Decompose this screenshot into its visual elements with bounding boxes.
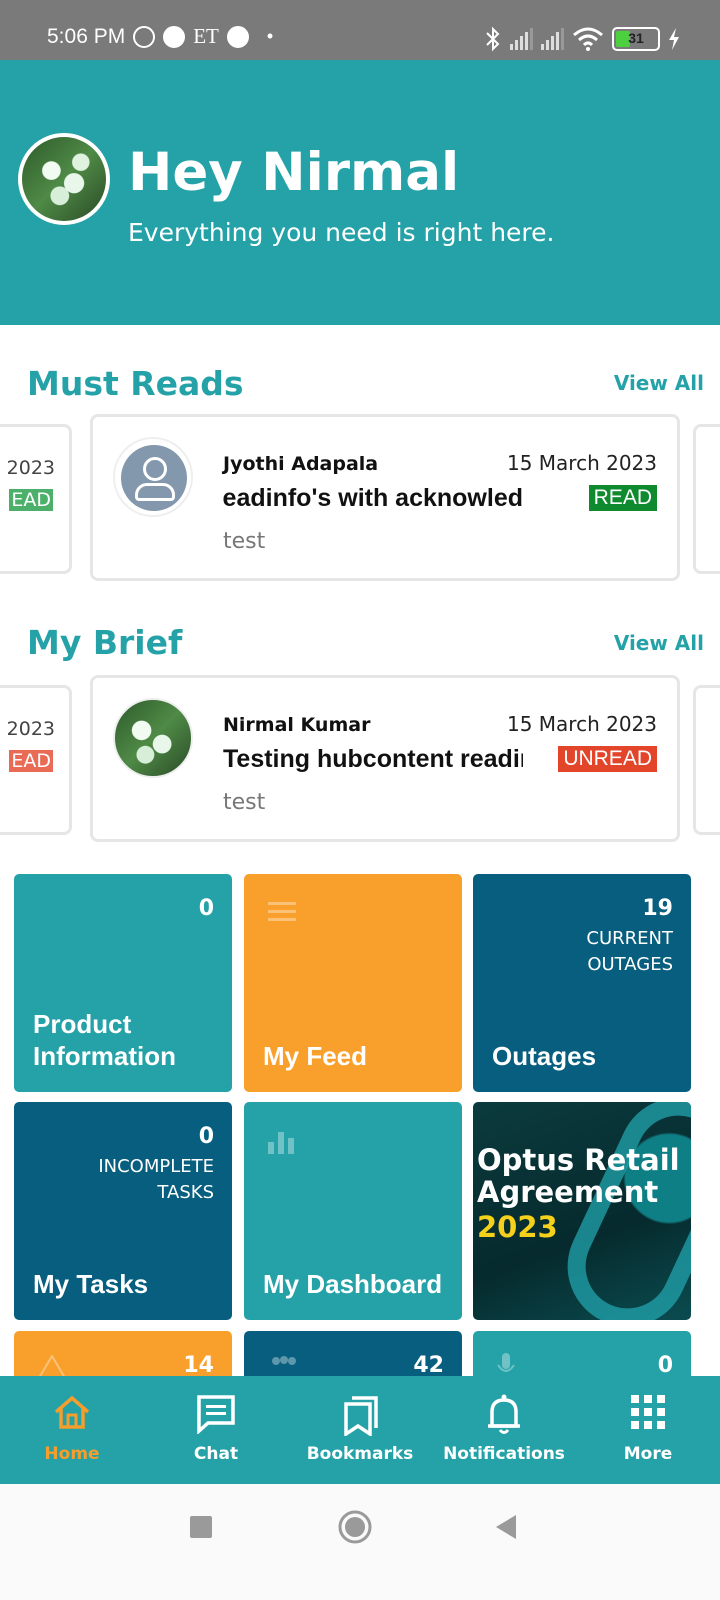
group-icon bbox=[272, 1356, 296, 1365]
card-author: Nirmal Kumar bbox=[223, 714, 371, 736]
tile-count: 42 bbox=[413, 1353, 444, 1378]
back-icon[interactable] bbox=[494, 1514, 518, 1540]
chat-icon bbox=[197, 1395, 235, 1434]
optus-retail-agreement-tile[interactable]: Optus Retail Agreement 2023 bbox=[473, 1102, 691, 1320]
tile-label: My Dashboard bbox=[263, 1269, 443, 1299]
tile-label: My Feed bbox=[263, 1041, 368, 1071]
charging-icon bbox=[669, 28, 679, 50]
author-avatar bbox=[113, 698, 193, 778]
ribbon-graphic bbox=[547, 1102, 691, 1320]
must-reads-card[interactable]: Jyothi Adapala 15 March 2023 readinfo's … bbox=[90, 414, 680, 581]
bar-chart-icon bbox=[268, 1132, 294, 1154]
tile-label: My Tasks bbox=[33, 1269, 149, 1299]
card-title: readinfo's with acknowled bbox=[223, 484, 523, 512]
greeting-title: Hey Nirmal bbox=[128, 142, 460, 203]
tile-sublabel: INCOMPLETE TASKS bbox=[98, 1156, 214, 1203]
nav-bookmarks[interactable]: Bookmarks bbox=[288, 1376, 432, 1484]
card-status-badge: UNREAD bbox=[558, 746, 657, 772]
alarm-icon bbox=[133, 25, 156, 48]
signal-icon-2 bbox=[541, 28, 564, 50]
tile-count: 19 bbox=[642, 896, 673, 921]
vpn-icon bbox=[226, 25, 249, 48]
app-notification-icon bbox=[163, 25, 186, 48]
card-date: 2023 bbox=[6, 718, 55, 740]
status-bar: 5:06 PM ET • 31 bbox=[0, 0, 720, 60]
author-avatar bbox=[113, 437, 193, 517]
user-placeholder-icon bbox=[143, 457, 167, 481]
my-dashboard-tile[interactable]: My Dashboard bbox=[244, 1102, 462, 1320]
grid-icon bbox=[631, 1395, 665, 1429]
card-status-badge: EAD bbox=[9, 750, 53, 772]
user-avatar[interactable] bbox=[18, 133, 110, 225]
tile-count: 14 bbox=[183, 1353, 214, 1378]
promo-title: Optus Retail Agreement bbox=[477, 1143, 680, 1209]
status-right: 31 bbox=[484, 26, 680, 52]
my-brief-view-all-link[interactable]: View All bbox=[614, 631, 704, 655]
card-author: Jyothi Adapala bbox=[223, 453, 379, 475]
feed-list-icon bbox=[268, 902, 296, 921]
status-left: 5:06 PM ET • bbox=[47, 24, 273, 49]
more-notifications-icon: • bbox=[266, 26, 274, 46]
card-status-badge: EAD bbox=[9, 489, 53, 511]
card-description: test bbox=[223, 790, 266, 815]
promo-year: 2023 bbox=[477, 1210, 558, 1244]
tile-count: 0 bbox=[198, 896, 214, 921]
tile-count: 0 bbox=[198, 1124, 214, 1149]
bookmarks-icon bbox=[344, 1396, 378, 1436]
card-date: 15 March 2023 bbox=[506, 712, 657, 736]
bluetooth-icon bbox=[486, 26, 500, 52]
outages-tile[interactable]: 19 CURRENT OUTAGES Outages bbox=[473, 874, 691, 1092]
wifi-icon bbox=[573, 27, 603, 51]
status-time: 5:06 PM bbox=[47, 24, 126, 48]
my-brief-card[interactable]: Nirmal Kumar 15 March 2023 Testing hubco… bbox=[90, 675, 680, 842]
must-reads-card-prev[interactable]: 2023 EAD bbox=[0, 424, 72, 574]
card-description: test bbox=[223, 529, 266, 554]
my-brief-title: My Brief bbox=[27, 623, 183, 662]
card-date: 15 March 2023 bbox=[506, 451, 657, 475]
my-brief-card-next[interactable] bbox=[693, 685, 720, 835]
card-status-badge: READ bbox=[588, 485, 657, 511]
tile-label: Outages bbox=[492, 1041, 597, 1071]
product-information-tile[interactable]: 0 Product Information bbox=[14, 874, 232, 1092]
greeting-subtitle: Everything you need is right here. bbox=[128, 218, 555, 247]
nav-home[interactable]: Home bbox=[0, 1376, 144, 1484]
nav-label: Bookmarks bbox=[306, 1444, 414, 1464]
nav-label: More bbox=[623, 1444, 673, 1464]
tile-label: Product Information bbox=[33, 1009, 176, 1071]
system-navigation-bar bbox=[0, 1484, 720, 1600]
battery-level: 31 bbox=[628, 30, 644, 46]
signal-icon-1 bbox=[510, 28, 533, 50]
battery-icon: 31 bbox=[612, 27, 660, 51]
home-button-icon[interactable] bbox=[337, 1509, 373, 1545]
must-reads-card-next[interactable] bbox=[693, 424, 720, 574]
tile-sublabel: CURRENT OUTAGES bbox=[586, 928, 673, 975]
card-date: 2023 bbox=[6, 457, 55, 479]
bottom-navigation: Home Chat Bookmarks Notifications More bbox=[0, 1376, 720, 1484]
my-brief-card-prev[interactable]: 2023 EAD bbox=[0, 685, 72, 835]
nav-label: Notifications bbox=[443, 1444, 565, 1464]
app-screen: 5:06 PM ET • 31 Hey Nirmal Everything yo… bbox=[0, 0, 720, 1600]
nav-notifications[interactable]: Notifications bbox=[432, 1376, 576, 1484]
my-tasks-tile[interactable]: 0 INCOMPLETE TASKS My Tasks bbox=[14, 1102, 232, 1320]
card-title: Testing hubcontent readinfo bbox=[223, 745, 523, 773]
nav-more[interactable]: More bbox=[576, 1376, 720, 1484]
greeting-header: Hey Nirmal Everything you need is right … bbox=[0, 60, 720, 325]
home-icon bbox=[54, 1395, 90, 1429]
nav-label: Chat bbox=[193, 1444, 239, 1464]
recents-icon[interactable] bbox=[190, 1516, 212, 1538]
must-reads-title: Must Reads bbox=[27, 364, 244, 403]
my-feed-tile[interactable]: My Feed bbox=[244, 874, 462, 1092]
nav-label: Home bbox=[44, 1444, 100, 1464]
tile-count: 0 bbox=[657, 1353, 673, 1378]
bell-icon bbox=[488, 1394, 520, 1434]
must-reads-view-all-link[interactable]: View All bbox=[614, 371, 704, 395]
nav-chat[interactable]: Chat bbox=[144, 1376, 288, 1484]
et-icon: ET bbox=[193, 24, 219, 48]
